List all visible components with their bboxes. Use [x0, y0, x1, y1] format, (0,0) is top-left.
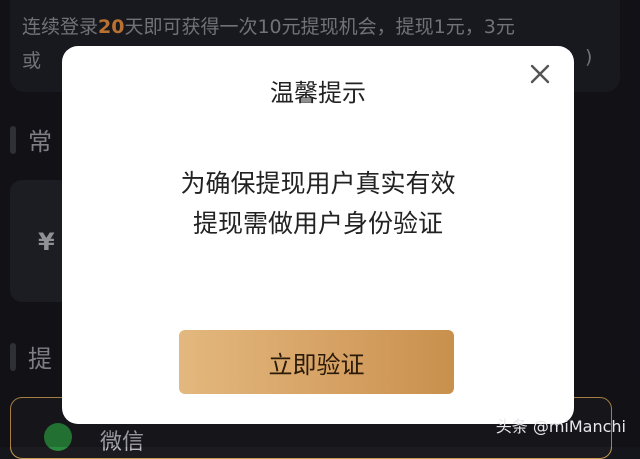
close-icon: [530, 64, 550, 84]
dialog-title: 温馨提示: [270, 79, 366, 107]
close-button[interactable]: [526, 60, 554, 88]
verify-now-button[interactable]: 立即验证: [179, 330, 454, 394]
dialog-message-line-1: 为确保提现用户真实有效: [180, 169, 456, 198]
verification-dialog: 温馨提示 为确保提现用户真实有效 提现需做用户身份验证 立即验证: [62, 46, 574, 424]
dialog-message-line-2: 提现需做用户身份验证: [192, 209, 443, 238]
watermark: 头条 @miManchi: [495, 417, 626, 436]
